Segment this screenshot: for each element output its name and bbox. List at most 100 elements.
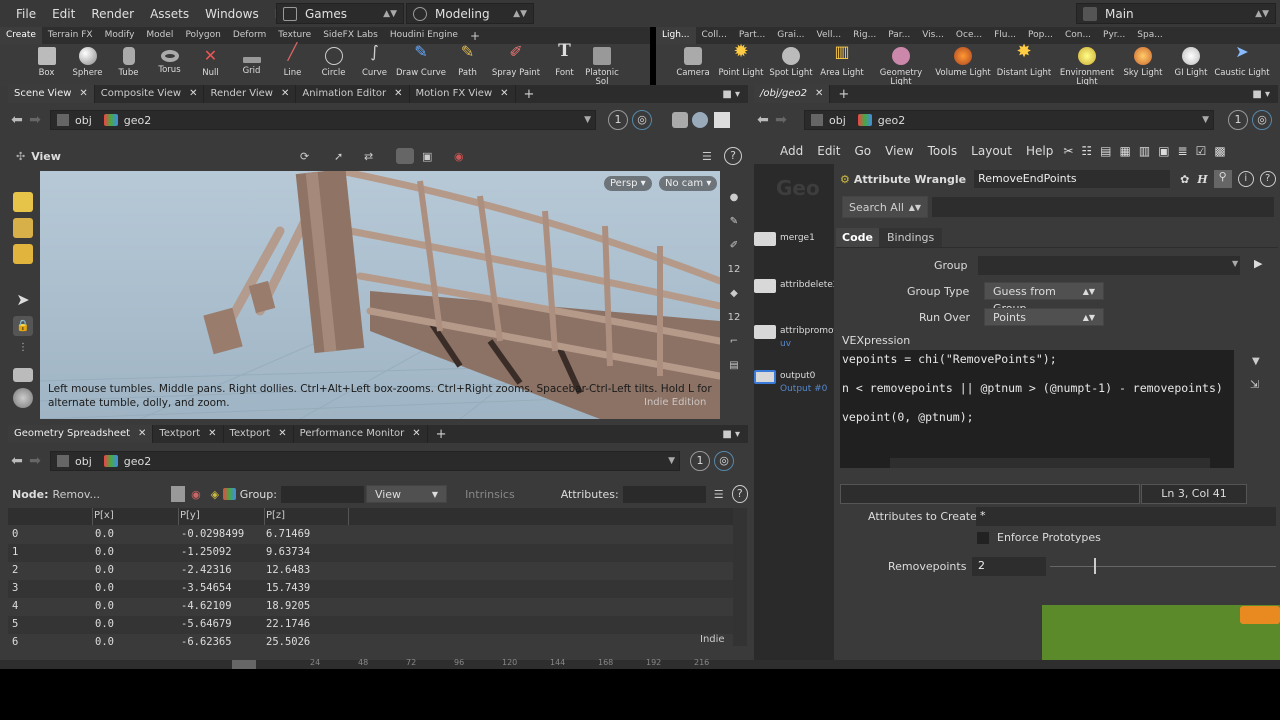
run-over-dropdown[interactable]: Points ▲▼	[984, 308, 1104, 326]
screen-icon[interactable]: ▣	[422, 150, 432, 163]
path-segment-geo[interactable]: geo2	[98, 114, 157, 127]
spray-paint-tool[interactable]: ✐ Spray Paint	[488, 44, 544, 78]
lock-icon[interactable]: 🔒	[13, 316, 33, 336]
prim-icon[interactable]: ◈	[211, 488, 219, 501]
snap-count-2[interactable]: 12	[722, 306, 746, 330]
path-segment-geo[interactable]: geo2	[852, 114, 911, 127]
close-icon[interactable]: ✕	[189, 85, 197, 103]
image-icon[interactable]: ▩	[1214, 144, 1225, 158]
persp-menu[interactable]: Persp ▾	[604, 176, 652, 191]
forward-arrow-icon[interactable]: ➡	[26, 112, 44, 128]
shelf-set-selector[interactable]: Modeling ▲▼	[406, 3, 534, 24]
corner-icon[interactable]: ⌐	[722, 330, 746, 354]
attributes-field[interactable]	[622, 485, 706, 503]
table-row[interactable]: 4 0.0 -4.62109 18.9205	[8, 598, 733, 616]
timeline[interactable]: 24 48 72 96 120 144 168 192 216	[0, 658, 1280, 669]
chevron-down-icon[interactable]: ▼	[1232, 259, 1238, 268]
table-row[interactable]: 0 0.0 -0.0298499 6.71469	[8, 526, 733, 544]
shelf-tab[interactable]: Grai...	[771, 27, 810, 44]
help-icon[interactable]: ?	[724, 147, 742, 165]
sphere-tool[interactable]: Sphere	[67, 44, 108, 78]
camera-menu[interactable]: No cam ▾	[659, 176, 718, 191]
chevron-down-icon[interactable]: ▼	[1202, 115, 1209, 125]
menu-edit[interactable]: Edit	[44, 7, 83, 21]
shelf-tab[interactable]: Pyr...	[1097, 27, 1131, 44]
3d-viewport[interactable]: Persp ▾ No cam ▾ Left mouse tumbles. Mid…	[40, 171, 720, 419]
forward-arrow-icon[interactable]: ➡	[26, 453, 44, 469]
back-arrow-icon[interactable]: ⬅	[8, 112, 26, 128]
close-icon[interactable]: ✕	[208, 425, 216, 443]
notes-icon[interactable]: ≣	[1178, 144, 1188, 158]
timeline-cursor[interactable]	[232, 660, 256, 669]
dot-icon[interactable]: ●	[722, 186, 746, 210]
environment-light-tool[interactable]: Environment Light	[1056, 44, 1118, 87]
pane-menu-icon[interactable]: ■ ▾	[722, 429, 740, 440]
gi-light-tool[interactable]: GI Light	[1168, 44, 1214, 78]
record-icon[interactable]: ◉	[454, 150, 464, 163]
search-icon[interactable]: ⚲	[1213, 170, 1232, 188]
main-selector[interactable]: Main ▲▼	[1076, 3, 1276, 24]
view-dropdown[interactable]: View ▼	[365, 485, 448, 503]
col-pz[interactable]: P[z]	[266, 510, 285, 521]
menu-tools[interactable]: Tools	[928, 144, 958, 158]
select-icon[interactable]: ➚	[334, 150, 343, 163]
null-tool[interactable]: ✕ Null	[190, 44, 231, 78]
circle-tool[interactable]: Circle	[313, 44, 354, 78]
check-icon[interactable]: ☑	[1196, 144, 1207, 158]
tab-network[interactable]: /obj/geo2 ✕	[754, 85, 831, 103]
help-icon[interactable]: ?	[1259, 171, 1276, 187]
close-icon[interactable]: ✕	[79, 85, 87, 103]
pane-menu-icon[interactable]: ■ ▾	[1252, 89, 1270, 100]
curve-tool[interactable]: ∫ Curve	[354, 44, 395, 78]
path-segment-obj[interactable]: obj	[51, 114, 98, 127]
wrench-icon[interactable]: ✂	[1063, 144, 1073, 158]
node-name-field[interactable]: RemoveEndPoints	[974, 170, 1171, 188]
menu-help[interactable]: Help	[1026, 144, 1053, 158]
chevron-down-icon[interactable]: ▼	[584, 115, 591, 125]
caustic-light-tool[interactable]: ➤ Caustic Light	[1214, 44, 1270, 78]
table-icon[interactable]: ▥	[1139, 144, 1150, 158]
options-icon[interactable]: ☰	[714, 488, 724, 501]
shelf-tab[interactable]: Rig...	[847, 27, 882, 44]
tab-textport[interactable]: Textport ✕	[153, 425, 224, 443]
path-segment-obj[interactable]: obj	[805, 114, 852, 127]
add-tab-icon[interactable]: +	[470, 29, 480, 43]
torus-tool[interactable]: Torus	[149, 44, 190, 75]
group-field[interactable]	[978, 256, 1240, 275]
sphere-display-icon[interactable]	[13, 388, 33, 408]
draw-curve-tool[interactable]: ✎ Draw Curve	[395, 44, 447, 78]
gear-icon[interactable]: ✿	[1180, 173, 1189, 186]
link-icon[interactable]: ◎	[1252, 110, 1272, 130]
info-icon[interactable]: i	[1237, 171, 1254, 187]
group-type-dropdown[interactable]: Guess from Group▲▼	[984, 282, 1104, 315]
platonic-tool[interactable]: Platonic Sol	[585, 44, 619, 87]
link-icon[interactable]: ◎	[714, 451, 734, 471]
add-tab-icon[interactable]: +	[436, 427, 447, 442]
vertex-icon[interactable]: ◉	[191, 488, 201, 501]
level-indicator[interactable]: 1	[1228, 110, 1248, 130]
tab-motion-fx-view[interactable]: Motion FX View ✕	[410, 85, 516, 103]
volume-light-tool[interactable]: Volume Light	[934, 44, 992, 78]
sky-light-tool[interactable]: Sky Light	[1118, 44, 1168, 78]
menu-assets[interactable]: Assets	[142, 7, 197, 21]
forward-arrow-icon[interactable]: ➡	[772, 112, 790, 128]
tube-tool[interactable]: Tube	[108, 44, 149, 78]
path-segment-obj[interactable]: obj	[51, 455, 98, 468]
path-tool[interactable]: ✎ Path	[447, 44, 488, 78]
menu-file[interactable]: File	[8, 7, 44, 21]
menu-layout[interactable]: Layout	[971, 144, 1012, 158]
frame-icon[interactable]: ▤	[722, 354, 746, 378]
level-indicator[interactable]: 1	[690, 451, 710, 471]
options-icon[interactable]: ☰	[702, 150, 712, 163]
path-field[interactable]: obj geo2 ▼	[50, 110, 596, 130]
shelf-tab[interactable]: Ligh...	[656, 27, 696, 44]
grid-view-icon[interactable]: ▦	[1120, 144, 1131, 158]
close-icon[interactable]: ✕	[278, 425, 286, 443]
tab-performance-monitor[interactable]: Performance Monitor ✕	[294, 425, 428, 443]
desktop-selector[interactable]: Games ▲▼	[276, 3, 404, 24]
attributes-create-field[interactable]: *	[976, 507, 1276, 526]
col-px[interactable]: P[x]	[94, 510, 114, 521]
close-icon[interactable]: ✕	[500, 85, 508, 103]
menu-view[interactable]: View	[885, 144, 913, 158]
close-icon[interactable]: ✕	[281, 85, 289, 103]
